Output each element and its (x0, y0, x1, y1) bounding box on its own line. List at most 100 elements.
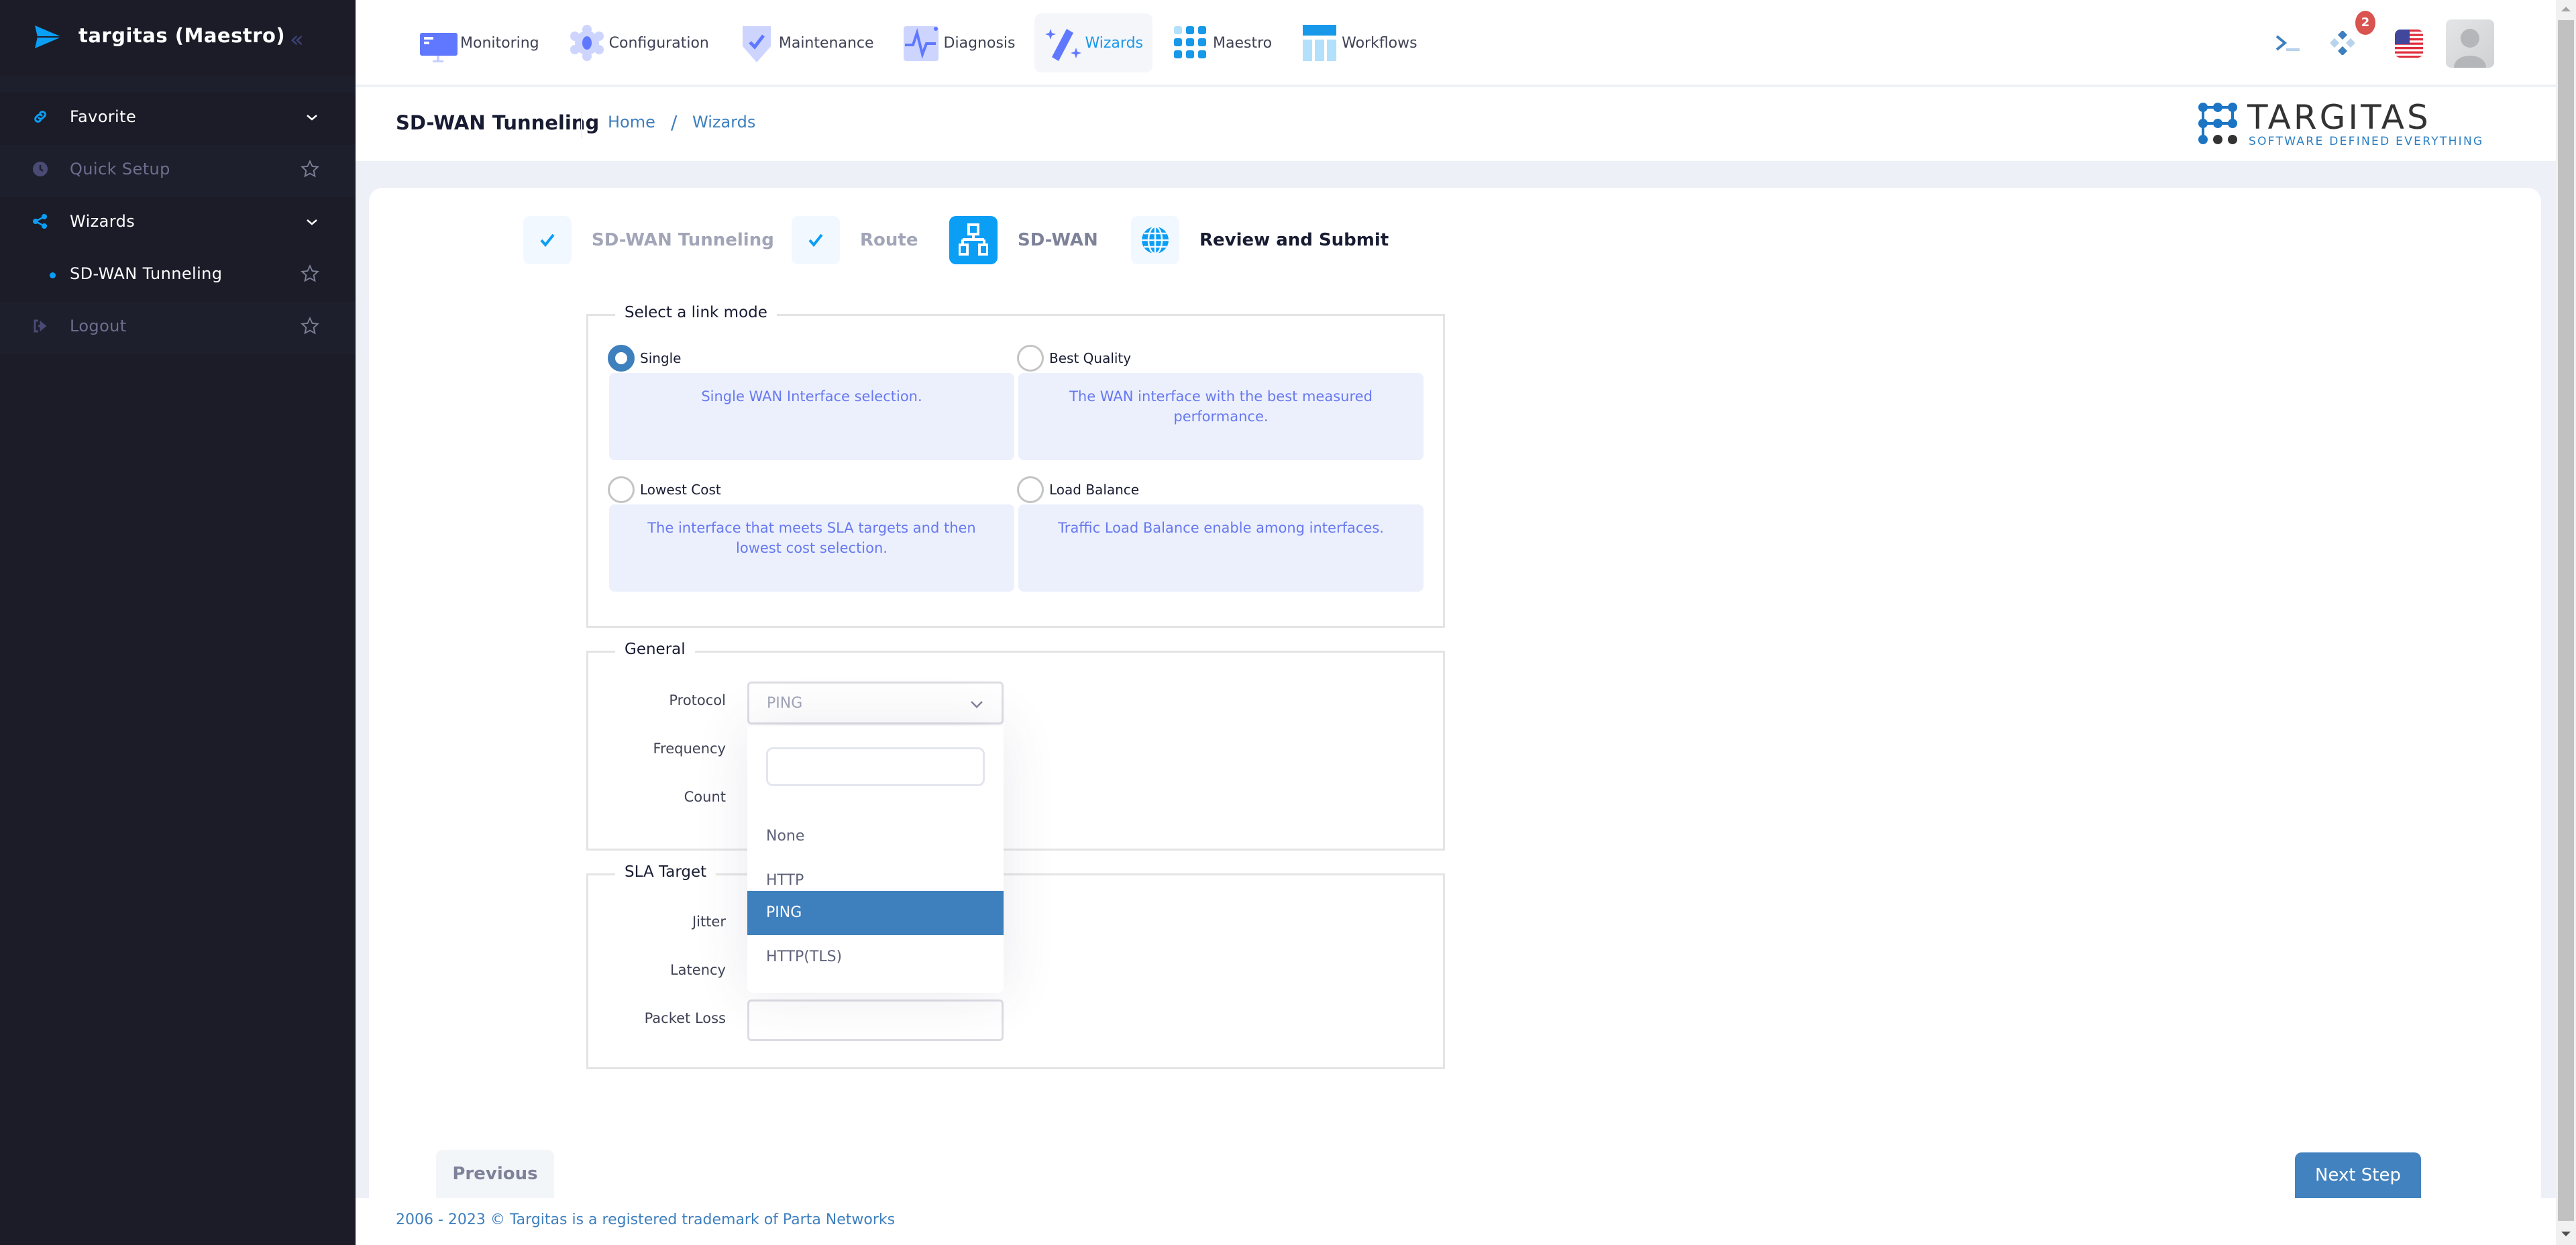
nav-maintenance[interactable]: Maintenance (728, 13, 883, 72)
sidebar-item-logout[interactable]: Logout (0, 302, 356, 354)
link-mode-legend: Select a link mode (615, 304, 777, 321)
collapse-sidebar-icon[interactable]: « (290, 28, 304, 51)
top-nav: Monitoring Configuration Maintenance Dia… (409, 13, 1436, 72)
general-legend: General (615, 641, 695, 658)
nav-workflows[interactable]: Workflows (1291, 13, 1426, 72)
nav-monitoring[interactable]: Monitoring (409, 13, 549, 72)
nav-configuration[interactable]: Configuration (558, 13, 718, 72)
jitter-label: Jitter (692, 914, 726, 930)
targitas-logo: TARGITAS SOFTWARE DEFINED EVERYTHING (2198, 99, 2483, 148)
columns-icon (1303, 25, 1337, 61)
chevron-down-icon[interactable] (305, 215, 319, 229)
load-balance-description: Traffic Load Balance enable among interf… (1018, 504, 1424, 592)
dropdown-option-selected[interactable]: PING (747, 891, 1004, 935)
app-title: targitas (Maestro) (78, 24, 286, 47)
step-sd-wan[interactable]: SD-WAN (949, 216, 1098, 264)
paper-plane-icon (35, 25, 62, 48)
link-icon (34, 111, 46, 123)
radio-button[interactable] (1017, 476, 1044, 503)
radio-button[interactable] (1017, 345, 1044, 372)
single-description: Single WAN Interface selection. (609, 373, 1014, 460)
dropdown-option[interactable]: HTTP(TLS) (747, 935, 1004, 979)
monitor-icon (420, 33, 458, 62)
apps-icon[interactable] (2330, 31, 2355, 55)
logout-icon (34, 319, 47, 333)
nav-maestro[interactable]: Maestro (1162, 13, 1281, 72)
network-icon (959, 223, 988, 256)
page-title: SD-WAN Tunneling (396, 111, 600, 134)
star-icon[interactable] (301, 160, 319, 178)
radio-load-balance[interactable]: Load Balance (1017, 476, 1139, 503)
star-icon[interactable] (301, 264, 319, 283)
sub-header: SD-WAN Tunneling Home / Wizards TARGITAS… (356, 87, 2556, 161)
radio-lowest-cost[interactable]: Lowest Cost (608, 476, 721, 503)
page-scrollbar[interactable] (2556, 0, 2576, 1245)
user-avatar[interactable] (2446, 19, 2494, 68)
footer-copyright: 2006 - 2023 © Targitas is a registered t… (396, 1211, 896, 1228)
breadcrumb-home[interactable]: Home (608, 113, 655, 131)
protocol-selected-value: PING (767, 695, 803, 712)
sidebar-item-favorite[interactable]: Favorite (0, 93, 356, 145)
breadcrumb-separator: / (671, 111, 678, 133)
radio-button[interactable] (608, 476, 635, 503)
step-review-and-submit[interactable]: Review and Submit (1131, 216, 1389, 264)
grid-dots-icon (1174, 26, 1206, 58)
terminal-icon[interactable] (2274, 30, 2301, 56)
clock-icon (33, 162, 48, 176)
dropdown-option[interactable]: None (747, 814, 1004, 859)
star-icon[interactable] (301, 317, 319, 335)
shield-check-icon (742, 26, 771, 62)
gear-icon (570, 25, 604, 61)
protocol-label: Protocol (669, 692, 726, 708)
sidebar-item-quick-setup[interactable]: Quick Setup (0, 145, 356, 197)
best-quality-description: The WAN interface with the best measured… (1018, 373, 1424, 460)
protocol-dropdown: None HTTP PING HTTP(TLS) (747, 726, 1004, 993)
step-sd-wan-tunneling[interactable]: SD-WAN Tunneling (523, 216, 774, 264)
radio-single[interactable]: Single (608, 345, 681, 372)
chevron-down-icon (971, 701, 983, 708)
check-icon (808, 233, 823, 248)
notification-badge: 2 (2355, 11, 2375, 35)
sidebar-item-label: SD-WAN Tunneling (70, 264, 223, 283)
packet-loss-input[interactable] (747, 999, 1004, 1041)
sidebar: targitas (Maestro) « Favorite Quick Setu… (0, 0, 356, 1245)
scrollbar-thumb[interactable] (2558, 20, 2574, 1221)
radio-button[interactable] (608, 345, 635, 372)
step-route[interactable]: Route (792, 216, 918, 264)
sidebar-item-sd-wan-tunneling[interactable]: SD-WAN Tunneling (0, 250, 356, 302)
next-step-button[interactable]: Next Step (2295, 1152, 2421, 1198)
breadcrumb-wizards[interactable]: Wizards (692, 113, 755, 131)
sidebar-brand: targitas (Maestro) « (0, 0, 356, 76)
dropdown-search-input[interactable] (766, 747, 985, 786)
sidebar-item-label: Wizards (70, 212, 136, 231)
globe-icon (1142, 225, 1169, 255)
us-flag-icon[interactable] (2395, 30, 2423, 58)
footer: 2006 - 2023 © Targitas is a registered t… (356, 1198, 2556, 1245)
nav-wizards[interactable]: Wizards (1034, 13, 1152, 72)
check-icon (540, 233, 555, 248)
protocol-select[interactable]: PING (747, 682, 1004, 724)
breadcrumb-divider (581, 111, 582, 138)
sidebar-item-label: Favorite (70, 107, 137, 126)
pulse-icon (903, 26, 938, 61)
previous-button[interactable]: Previous (436, 1150, 554, 1198)
sidebar-item-label: Quick Setup (70, 160, 170, 178)
count-label: Count (684, 789, 726, 805)
sla-target-legend: SLA Target (615, 863, 716, 881)
latency-label: Latency (669, 962, 726, 978)
brand-name: TARGITAS (2247, 99, 2431, 137)
frequency-label: Frequency (653, 741, 727, 757)
magic-wand-icon (1044, 29, 1081, 61)
lowest-cost-description: The interface that meets SLA targets and… (609, 504, 1014, 592)
scroll-down-arrow-icon[interactable] (2561, 1232, 2571, 1236)
chevron-down-icon[interactable] (305, 110, 319, 125)
brand-tagline: SOFTWARE DEFINED EVERYTHING (2249, 135, 2483, 148)
sidebar-item-wizards[interactable]: Wizards (0, 197, 356, 250)
sidebar-item-label: Logout (70, 317, 127, 335)
radio-best-quality[interactable]: Best Quality (1017, 345, 1131, 372)
share-icon (33, 214, 47, 229)
scroll-up-arrow-icon[interactable] (2561, 7, 2571, 11)
bullet-icon (50, 272, 56, 278)
packet-loss-label: Packet Loss (644, 1010, 726, 1026)
nav-diagnosis[interactable]: Diagnosis (893, 13, 1025, 72)
